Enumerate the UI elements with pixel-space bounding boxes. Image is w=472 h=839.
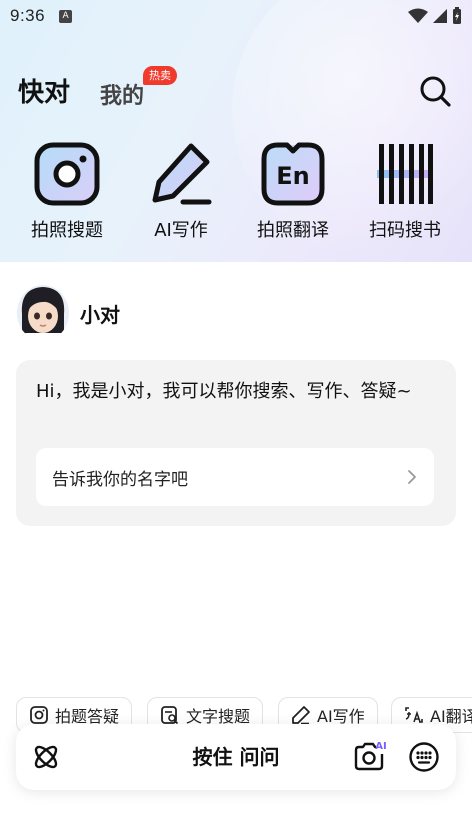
- ai-camera-icon[interactable]: AI: [352, 738, 388, 774]
- svg-text:En: En: [276, 162, 309, 190]
- atom-icon[interactable]: [30, 741, 62, 773]
- assistant-header: 小对: [16, 284, 120, 342]
- tab-mine[interactable]: 我的: [100, 78, 144, 110]
- tool-photo-search[interactable]: 拍照搜题: [12, 140, 122, 242]
- camera-lens-icon: [34, 142, 100, 206]
- assistant-name: 小对: [80, 302, 120, 327]
- tool-label: 拍照翻译: [257, 220, 329, 241]
- suggestion-label: 告诉我你的名字吧: [52, 469, 188, 490]
- status-icons: [408, 7, 462, 25]
- pencil-icon: [292, 706, 310, 725]
- barcode-icon: [377, 144, 433, 204]
- status-bar: 9:36 A: [0, 0, 472, 32]
- tool-ai-writing[interactable]: AI写作: [126, 140, 236, 242]
- assistant-avatar[interactable]: [16, 284, 70, 342]
- en-translate-icon: En: [261, 142, 325, 206]
- message-text: Hi，我是小对，我可以帮你搜索、写作、答疑~: [36, 381, 412, 402]
- notification-a-icon: A: [59, 9, 73, 23]
- search-icon[interactable]: [418, 74, 452, 108]
- tool-scan-book[interactable]: 扫码搜书: [350, 140, 460, 242]
- tool-label: 拍照搜题: [31, 220, 103, 241]
- signal-icon: [433, 9, 447, 23]
- bottom-area: [0, 799, 472, 839]
- status-time: 9:36: [10, 6, 46, 25]
- suggestion-option[interactable]: 告诉我你的名字吧: [36, 448, 434, 506]
- hold-to-talk-label: 按住 问问: [192, 745, 280, 769]
- translate-icon: [405, 707, 423, 723]
- voice-input-bar[interactable]: 按住 问问 AI: [16, 724, 456, 790]
- tab-kuaidui[interactable]: 快对: [18, 72, 70, 109]
- camera-icon: [30, 706, 48, 724]
- tool-label: AI写作: [154, 220, 208, 241]
- tool-grid: 拍照搜题 AI写作 En 拍照翻译 扫码搜书: [0, 140, 472, 250]
- message-card: Hi，我是小对，我可以帮你搜索、写作、答疑~ 告诉我你的名字吧: [16, 360, 456, 526]
- keyboard-icon[interactable]: [408, 741, 440, 773]
- wifi-icon: [408, 8, 428, 23]
- battery-icon: [453, 7, 461, 24]
- text-search-icon: [161, 706, 179, 725]
- pencil-icon: [152, 143, 212, 205]
- chevron-right-icon: [408, 470, 416, 484]
- tool-label: 扫码搜书: [369, 220, 441, 241]
- tool-photo-translate[interactable]: En 拍照翻译: [238, 140, 348, 242]
- hot-badge: 热卖: [143, 66, 177, 85]
- ai-badge: AI: [375, 741, 386, 752]
- top-nav: 快对 我的 热卖: [0, 64, 472, 116]
